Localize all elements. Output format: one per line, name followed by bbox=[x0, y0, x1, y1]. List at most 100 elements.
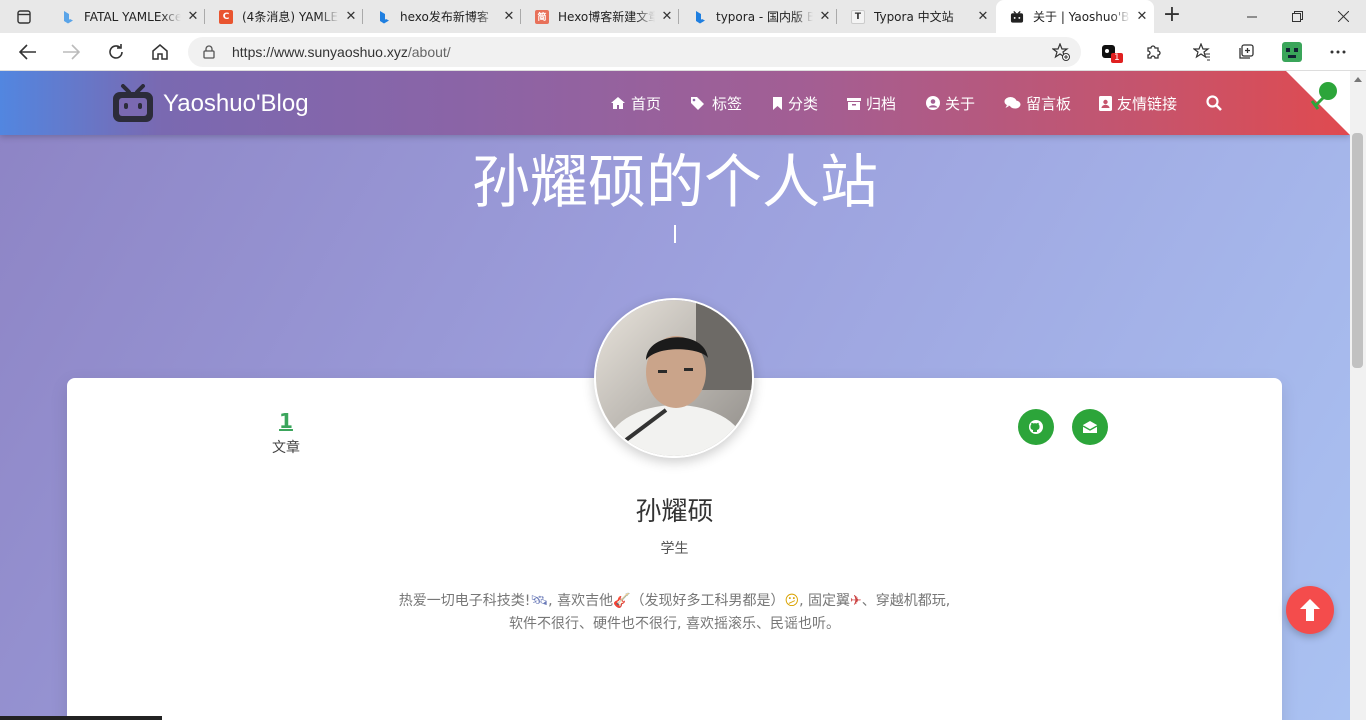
post-count-label: 文章 bbox=[272, 440, 300, 456]
tab-title: Hexo博客新建文章 bbox=[558, 10, 655, 24]
confused-face-emoji-icon: 😕 bbox=[784, 593, 800, 609]
site-brand[interactable]: Yaoshuo'Blog bbox=[111, 84, 309, 123]
nav-about[interactable]: 关于 bbox=[926, 93, 975, 113]
browser-tab[interactable]: 简 Hexo博客新建文章 ✕ bbox=[521, 0, 679, 33]
arrow-up-icon bbox=[1300, 599, 1320, 621]
profile-button[interactable] bbox=[1274, 33, 1310, 71]
favorites-button[interactable] bbox=[1184, 33, 1220, 71]
github-icon bbox=[1029, 420, 1043, 434]
home-button[interactable] bbox=[142, 33, 178, 71]
nav-label: 首页 bbox=[631, 94, 662, 113]
favorites-icon bbox=[1193, 43, 1210, 61]
home-icon bbox=[611, 97, 625, 109]
address-book-icon bbox=[1099, 95, 1112, 111]
refresh-button[interactable] bbox=[98, 33, 134, 71]
close-window-button[interactable] bbox=[1320, 0, 1366, 33]
restore-button[interactable] bbox=[1275, 0, 1319, 33]
typora-icon: T bbox=[851, 9, 865, 24]
nav-label: 分类 bbox=[788, 94, 819, 113]
scroll-up-arrow-icon[interactable] bbox=[1354, 77, 1362, 82]
csdn-icon: C bbox=[219, 9, 233, 24]
satellite-emoji-icon: 🛰 bbox=[530, 593, 549, 609]
nav-guestbook[interactable]: 留言板 bbox=[1004, 93, 1071, 113]
add-favorite-icon[interactable] bbox=[1052, 43, 1070, 61]
extensions-button[interactable] bbox=[1135, 33, 1171, 71]
nav-label: 友情链接 bbox=[1117, 94, 1178, 113]
nav-home[interactable]: 首页 bbox=[610, 93, 661, 113]
nav-tags[interactable]: 标签 bbox=[690, 93, 742, 113]
extension-badge: 1 bbox=[1111, 53, 1123, 63]
bing-icon bbox=[693, 10, 707, 24]
refresh-icon bbox=[109, 44, 123, 59]
browser-tab-strip: FATAL YAMLException ✕ C (4条消息) YAMLExcep… bbox=[0, 0, 1366, 33]
close-tab-icon[interactable]: ✕ bbox=[339, 9, 363, 24]
browser-tab[interactable]: FATAL YAMLException ✕ bbox=[47, 0, 205, 33]
bing-icon bbox=[61, 10, 75, 24]
post-count[interactable]: 1 bbox=[227, 409, 345, 433]
url-path: /about/ bbox=[407, 44, 451, 60]
github-link[interactable] bbox=[1018, 409, 1054, 445]
close-tab-icon[interactable]: ✕ bbox=[971, 9, 995, 24]
nav-label: 标签 bbox=[712, 94, 743, 113]
new-tab-button[interactable]: + bbox=[1158, 4, 1186, 28]
bio-line-1: 热爱一切电子科技类!🛰, 喜欢吉他🎸（发现好多工科男都是）😕, 固定翼✈、穿越机… bbox=[67, 590, 1282, 613]
email-icon bbox=[1082, 421, 1098, 433]
close-tab-icon[interactable]: ✕ bbox=[497, 9, 521, 24]
collections-icon bbox=[1239, 44, 1254, 59]
comments-icon bbox=[1004, 97, 1021, 109]
close-tab-icon[interactable]: ✕ bbox=[1130, 9, 1154, 24]
bio-text: 、穿越机都玩, bbox=[861, 593, 951, 609]
extension-button[interactable]: 1 bbox=[1091, 33, 1127, 71]
nav-archives[interactable]: 归档 bbox=[847, 93, 896, 113]
bilibili-tv-icon bbox=[1010, 10, 1024, 24]
user-circle-icon bbox=[926, 96, 940, 110]
forward-button[interactable] bbox=[53, 33, 89, 71]
settings-menu-button[interactable] bbox=[1320, 33, 1356, 71]
post-count-stat[interactable]: 1 文章 bbox=[227, 409, 345, 457]
jianshu-icon: 简 bbox=[535, 9, 549, 24]
nav-categories[interactable]: 分类 bbox=[772, 93, 818, 113]
tab-title: Typora 中文站 bbox=[874, 10, 954, 24]
close-tab-icon[interactable]: ✕ bbox=[181, 9, 205, 24]
site-brand-name: Yaoshuo'Blog bbox=[163, 90, 309, 117]
bookmark-icon bbox=[773, 97, 782, 110]
home-icon bbox=[152, 44, 168, 60]
minimize-icon bbox=[1247, 16, 1257, 17]
archive-icon bbox=[847, 97, 861, 110]
more-icon bbox=[1330, 50, 1346, 54]
browser-tab[interactable]: T Typora 中文站 ✕ bbox=[837, 0, 995, 33]
tab-title: FATAL YAMLException bbox=[84, 9, 181, 24]
profile-name: 孙耀硕 bbox=[635, 497, 714, 527]
github-corner-ribbon[interactable] bbox=[1286, 71, 1350, 135]
browser-tab[interactable]: typora - 国内版 Bing ✕ bbox=[679, 0, 837, 33]
close-tab-icon[interactable]: ✕ bbox=[655, 9, 679, 24]
minimize-button[interactable] bbox=[1230, 0, 1274, 33]
nav-friend-links[interactable]: 友情链接 bbox=[1099, 93, 1177, 113]
hero-title: 孙耀硕的个人站 bbox=[471, 148, 878, 216]
forward-arrow-icon bbox=[63, 44, 80, 60]
nav-label: 归档 bbox=[866, 94, 897, 113]
tab-title: 关于 | Yaoshuo'Blog bbox=[1033, 10, 1130, 24]
browser-toolbar: https://www.sunyaoshuo.xyz/about/ 1 bbox=[0, 33, 1366, 71]
url-host: https://www.sunyaoshuo.xyz bbox=[232, 44, 408, 60]
address-bar[interactable]: https://www.sunyaoshuo.xyz/about/ bbox=[188, 37, 1081, 67]
back-button[interactable] bbox=[10, 33, 46, 71]
tags-icon bbox=[691, 97, 704, 110]
nav-search[interactable] bbox=[1206, 93, 1227, 113]
browser-tab[interactable]: hexo发布新博客 ✕ bbox=[363, 0, 521, 33]
tab-title: (4条消息) YAMLException bbox=[242, 10, 339, 24]
browser-tab-active[interactable]: 关于 | Yaoshuo'Blog ✕ bbox=[996, 0, 1154, 33]
bing-icon bbox=[377, 10, 391, 24]
close-tab-icon[interactable]: ✕ bbox=[813, 9, 837, 24]
browser-tab[interactable]: C (4条消息) YAMLException ✕ bbox=[205, 0, 363, 33]
tab-actions-button[interactable] bbox=[10, 7, 38, 27]
scrollbar-thumb[interactable] bbox=[1352, 133, 1363, 368]
back-arrow-icon bbox=[19, 44, 36, 60]
profile-avatar-icon bbox=[1282, 42, 1302, 62]
collections-button[interactable] bbox=[1228, 33, 1264, 71]
email-link[interactable] bbox=[1072, 409, 1108, 445]
bilibili-tv-icon bbox=[113, 84, 153, 122]
back-to-top-button[interactable] bbox=[1286, 586, 1334, 634]
guitar-emoji-icon: 🎸 bbox=[613, 593, 631, 609]
airplane-emoji-icon: ✈ bbox=[850, 593, 862, 609]
